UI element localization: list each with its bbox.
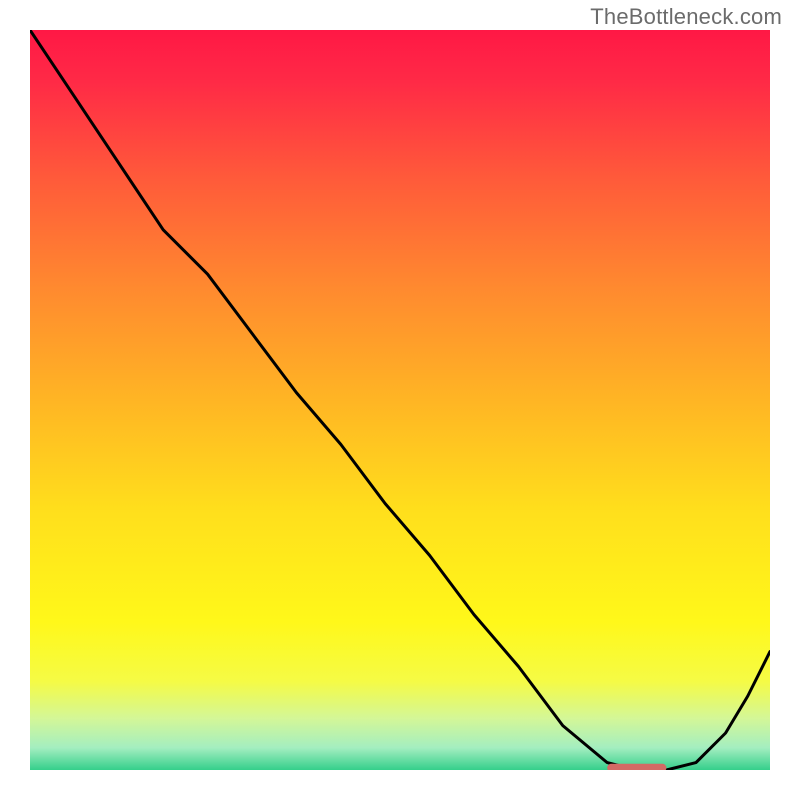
watermark-text: TheBottleneck.com (590, 4, 782, 30)
page: TheBottleneck.com (0, 0, 800, 800)
plateau-marker (607, 764, 666, 770)
chart-svg (30, 30, 770, 770)
chart-background (30, 30, 770, 770)
chart (30, 30, 770, 770)
